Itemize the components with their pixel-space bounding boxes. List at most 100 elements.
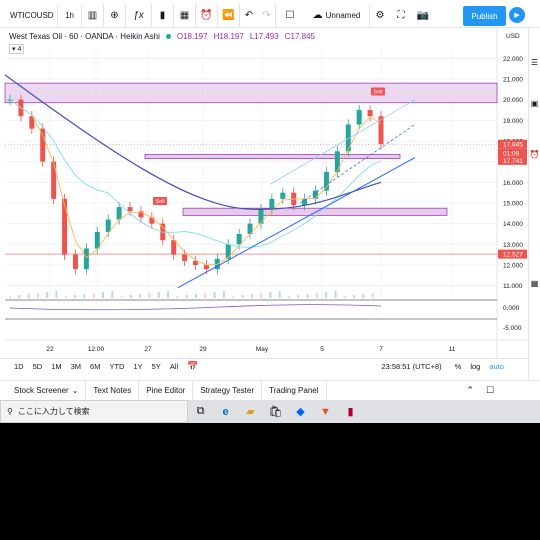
candles-icon: ▥: [87, 9, 98, 21]
range-6m[interactable]: 6M: [90, 362, 100, 371]
price-tick-label: 12.000: [503, 263, 523, 270]
chat-icon[interactable]: ▦: [529, 279, 540, 288]
range-1m[interactable]: 1M: [51, 362, 61, 371]
alert-button[interactable]: ⏰: [196, 3, 218, 28]
tab-strategy-tester[interactable]: Strategy Tester: [193, 380, 262, 401]
trend-line-upper: [269, 99, 416, 185]
compare-button[interactable]: ⊕: [104, 3, 126, 28]
replay-button[interactable]: ⏪: [218, 3, 240, 28]
range-bar: 1D 5D 1M 3M 6M YTD 1Y 5Y All 📅 23:58:51 …: [0, 358, 540, 374]
fullscreen-button[interactable]: ⛶: [390, 4, 412, 28]
list-icon[interactable]: ☰: [529, 58, 540, 67]
templates-button[interactable]: ▦: [174, 3, 196, 28]
add-circle-icon: ⊕: [110, 9, 119, 21]
alarm-icon[interactable]: ⏰: [529, 150, 540, 159]
price-tick-label: 22.000: [503, 56, 523, 63]
clock[interactable]: 23:58:51 (UTC+8): [381, 362, 441, 371]
time-tick-label: May: [256, 346, 269, 353]
price-tick-label: 20.000: [503, 97, 523, 104]
candle-body: [83, 248, 89, 270]
undo-button[interactable]: ↶: [240, 4, 258, 28]
top-toolbar: WTICOUSD 1h ▥ ⊕ ƒx ▮ ▦ ⏰ ⏪ ↶ ↷ ☐ ☁ Unname…: [0, 3, 540, 28]
bar-style-button[interactable]: ▥: [82, 3, 104, 28]
range-5d[interactable]: 5D: [33, 362, 43, 371]
tab-text-notes[interactable]: Text Notes: [86, 380, 140, 401]
settings-button[interactable]: ⚙: [370, 4, 390, 28]
tab-stock-screener[interactable]: Stock Screener ⌄: [0, 380, 87, 401]
chevron-down-icon: ⌄: [71, 386, 79, 395]
fullscreen-layout-button[interactable]: ☐: [276, 4, 304, 28]
symbol-search-button[interactable]: WTICOUSD: [0, 3, 58, 28]
range-all[interactable]: All: [170, 362, 178, 371]
taskbar-search-field[interactable]: ⚲ ここに入力して検索: [0, 400, 188, 423]
brave-icon[interactable]: ▼: [313, 400, 338, 423]
price-chart[interactable]: USD22.00021.00020.00019.00018.00017.0001…: [0, 28, 540, 358]
maximize-icon[interactable]: ☐: [486, 385, 494, 396]
chevron-up-icon[interactable]: ⌃: [467, 385, 475, 396]
price-tick-label: 21.000: [503, 77, 523, 84]
app-icon[interactable]: ▮: [338, 400, 363, 423]
time-tick-label: 5: [320, 346, 324, 353]
play-button[interactable]: ▶: [509, 7, 525, 23]
chart-legend: West Texas Oil · 60 · OANDA · Heikin Ash…: [9, 32, 315, 41]
fx-icon: ƒx: [133, 9, 144, 21]
candle-body: [51, 161, 57, 199]
store-icon[interactable]: 🛍: [263, 400, 288, 423]
sell-signal-label: Sell: [373, 89, 382, 95]
task-view-icon[interactable]: ⧉: [188, 400, 213, 423]
candle-body: [356, 110, 362, 125]
percent-toggle[interactable]: %: [455, 362, 462, 371]
candle-body: [367, 110, 373, 117]
tab-trading-panel[interactable]: Trading Panel: [262, 380, 327, 401]
candle-body: [258, 209, 264, 224]
windows-taskbar: ⚲ ここに入力して検索 ⧉ e ▰ 🛍 ◆ ▼ ▮: [0, 400, 540, 423]
range-ytd[interactable]: YTD: [109, 362, 124, 371]
tab-pine-editor[interactable]: Pine Editor: [139, 380, 194, 401]
bar-chart-icon: ▮: [159, 9, 166, 21]
interval-button[interactable]: 1h: [58, 3, 82, 28]
study-collapse-toggle[interactable]: ▾ 4: [9, 44, 25, 54]
time-tick-label: 22: [46, 346, 54, 353]
oscillator-line: [9, 304, 382, 311]
alarm-clock-icon: ⏰: [200, 9, 213, 21]
trend-line-mid: [299, 124, 416, 204]
candle-body: [182, 254, 188, 261]
price-tick-label: 11.000: [503, 283, 523, 290]
layout-name-button[interactable]: ☁ Unnamed: [304, 3, 370, 28]
price-tick-label: 16.000: [503, 180, 523, 187]
range-1y[interactable]: 1Y: [133, 362, 142, 371]
range-5y[interactable]: 5Y: [152, 362, 161, 371]
bottom-panel-tabs: Stock Screener ⌄ Text Notes Pine Editor S…: [0, 380, 540, 401]
edge-icon[interactable]: e: [213, 400, 238, 423]
candle-body: [334, 151, 340, 172]
log-toggle[interactable]: log: [470, 362, 480, 371]
snapshot-button[interactable]: 📷: [412, 4, 434, 28]
candle-body: [72, 254, 78, 270]
support-zone: [182, 207, 448, 216]
dropbox-icon[interactable]: ◆: [288, 400, 313, 423]
line-price-tag: 12.527: [503, 252, 523, 259]
candle-body: [203, 265, 209, 270]
redo-icon: ↷: [262, 9, 271, 21]
currency-label: USD: [506, 33, 520, 40]
camera-icon: 📷: [416, 9, 430, 21]
mid-zone: [144, 154, 401, 159]
explorer-icon[interactable]: ▰: [238, 400, 263, 423]
candle-body: [62, 198, 68, 255]
price-tick-label: 13.000: [503, 242, 523, 249]
financials-button[interactable]: ▮: [152, 3, 174, 28]
time-tick-label: 29: [199, 346, 207, 353]
calendar-icon[interactable]: ▣: [529, 99, 540, 108]
expand-icon: ⛶: [397, 9, 405, 21]
indicators-button[interactable]: ƒx: [126, 3, 152, 28]
range-3m[interactable]: 3M: [71, 362, 81, 371]
range-1d[interactable]: 1D: [14, 362, 24, 371]
redo-button[interactable]: ↷: [258, 3, 276, 28]
time-tick-label: 27: [144, 346, 152, 353]
publish-button[interactable]: Publish: [463, 6, 506, 26]
auto-toggle[interactable]: auto: [489, 362, 504, 371]
date-range-icon[interactable]: 📅: [187, 361, 198, 372]
candle-body: [149, 217, 155, 224]
legend-close: C17.845: [284, 32, 315, 41]
undo-icon: ↶: [244, 9, 254, 21]
